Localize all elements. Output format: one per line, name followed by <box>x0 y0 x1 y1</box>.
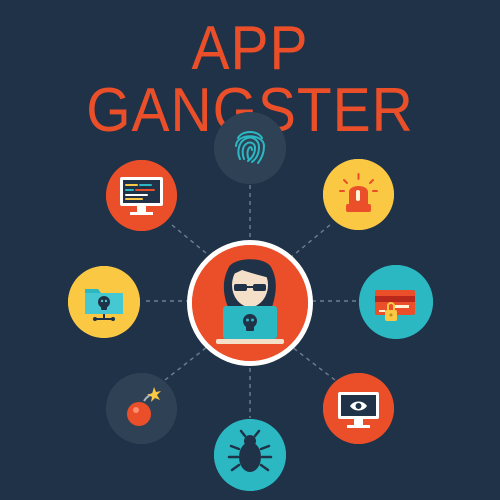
folder-skull-icon <box>68 266 140 338</box>
bug-node[interactable] <box>214 419 286 491</box>
monitor-code-node[interactable] <box>106 160 177 231</box>
bomb-icon <box>106 373 177 444</box>
alarm-light-icon <box>323 159 394 230</box>
credit-card-node[interactable] <box>359 265 433 339</box>
fingerprint-node[interactable] <box>214 112 286 184</box>
monitor-eye-icon <box>323 373 394 444</box>
page-canvas: APP GANGSTER <box>0 0 500 500</box>
hacker-center-node[interactable] <box>187 240 313 366</box>
credit-card-lock-icon <box>359 265 433 339</box>
alarm-light-node[interactable] <box>323 159 394 230</box>
monitor-eye-node[interactable] <box>323 373 394 444</box>
monitor-code-icon <box>106 160 177 231</box>
hacker-icon <box>192 245 308 361</box>
bug-icon <box>214 419 286 491</box>
bomb-node[interactable] <box>106 373 177 444</box>
folder-skull-node[interactable] <box>68 266 140 338</box>
fingerprint-icon <box>214 112 286 184</box>
